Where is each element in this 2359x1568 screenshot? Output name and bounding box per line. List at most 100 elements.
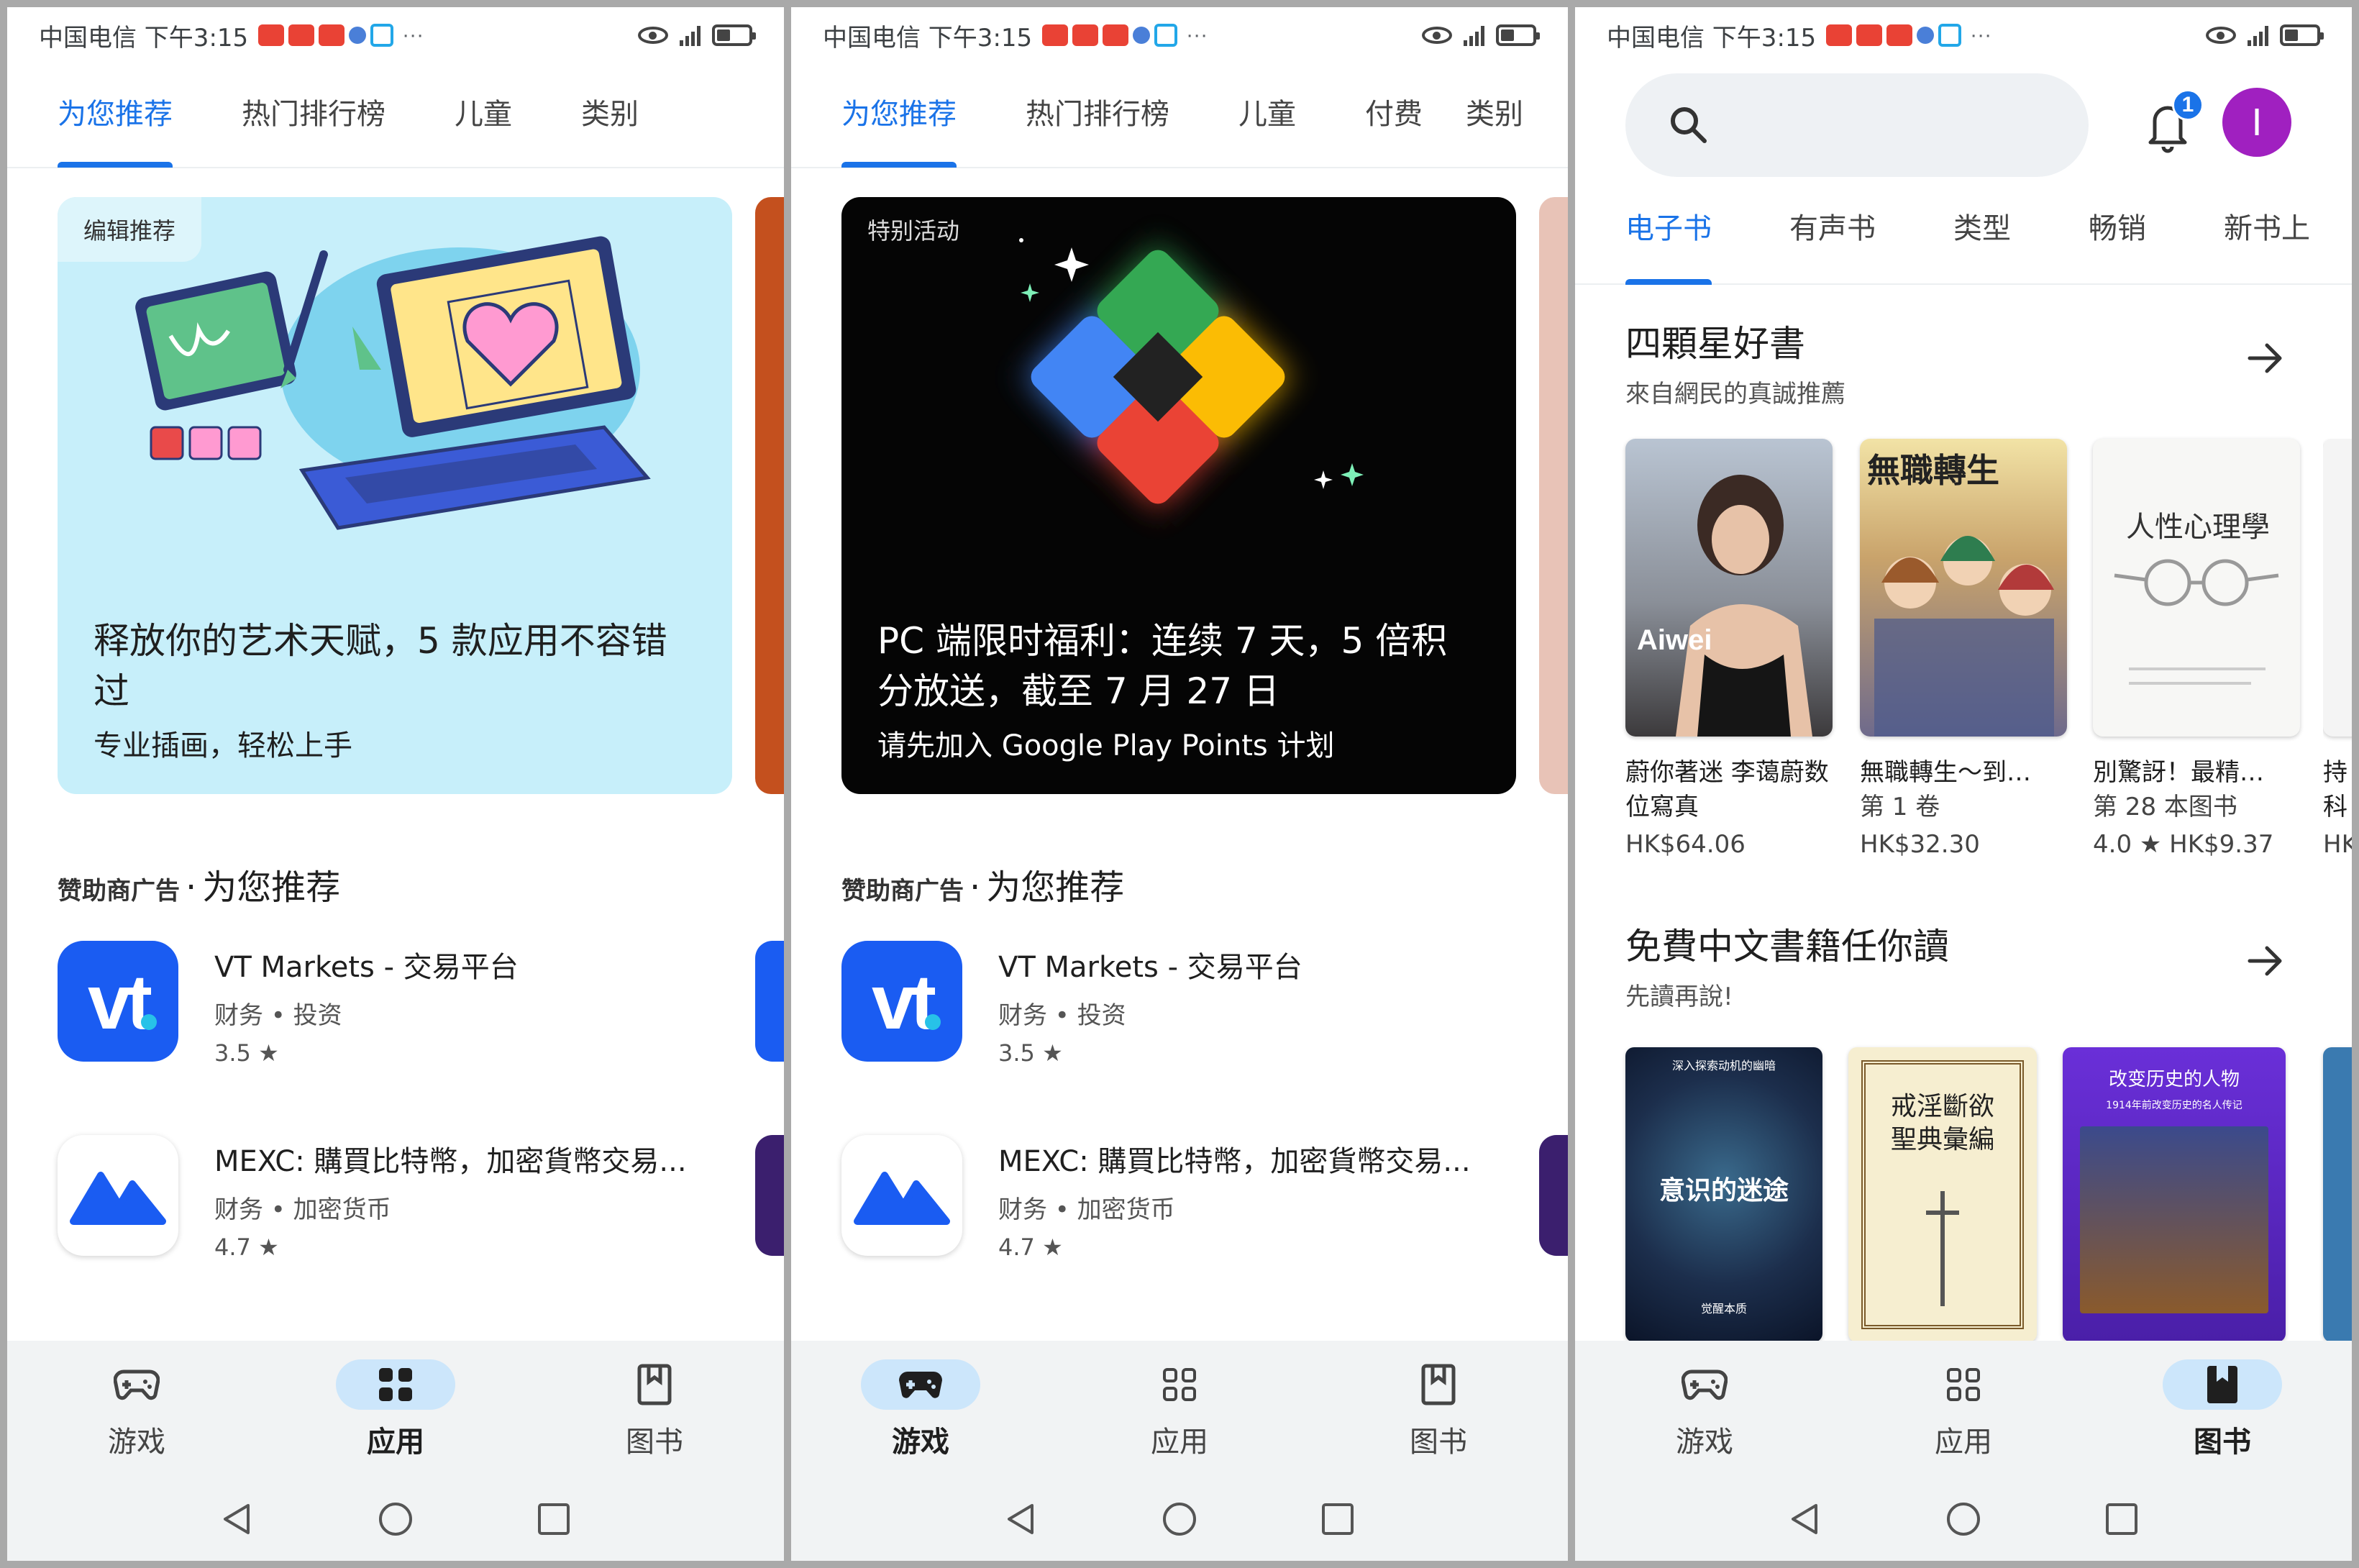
- tab-genres[interactable]: 类型: [1953, 193, 2011, 285]
- back-icon[interactable]: [1003, 1501, 1039, 1537]
- hero-title: 释放你的艺术天赋，5 款应用不容错过: [93, 620, 667, 712]
- section-dot: ·: [186, 867, 197, 908]
- app-item-vt-markets[interactable]: vt VT Markets - 交易平台 财务 • 投资 3.5 ★: [58, 941, 519, 1067]
- notification-icons: [258, 24, 394, 47]
- nav-games[interactable]: 游戏: [1575, 1341, 1834, 1477]
- arrow-right-icon[interactable]: [2244, 337, 2287, 380]
- book-card[interactable]: 無職轉生 無職轉生～到… 第 1 卷 HK$32.30: [1860, 439, 2067, 859]
- section-title: 四顆星好書: [1625, 323, 1805, 365]
- back-icon[interactable]: [1787, 1501, 1823, 1537]
- nav-books[interactable]: 图书: [2093, 1341, 2352, 1477]
- eye-comfort-icon: [2206, 27, 2236, 44]
- app-item-mexc[interactable]: MEXC: 購買比特幣，加密貨幣交易... 财务 • 加密货币 4.7 ★: [841, 1135, 1471, 1261]
- arrow-right-icon[interactable]: [2244, 939, 2287, 983]
- app-item-mexc[interactable]: MEXC: 購買比特幣，加密貨幣交易... 财务 • 加密货币 4.7 ★: [58, 1135, 687, 1261]
- hero-subtitle: 请先加入 Google Play Points 计划: [877, 729, 1335, 762]
- book-cover: 無職轉生: [1860, 439, 2067, 737]
- next-app-peek[interactable]: [1539, 1135, 1568, 1256]
- apps-grid-icon: [379, 1368, 412, 1401]
- nav-apps[interactable]: 应用: [1834, 1341, 2093, 1477]
- tab-kids[interactable]: 儿童: [455, 78, 512, 168]
- status-bar: 中国电信 下午3:15 ···: [7, 7, 784, 63]
- app-name: MEXC: 購買比特幣，加密貨幣交易...: [214, 1145, 687, 1178]
- recents-icon[interactable]: [2104, 1501, 2140, 1537]
- book-card[interactable]: Aiwei 蔚你著迷 李蔼蔚数位寫真 HK$64.06: [1625, 439, 1833, 859]
- nav-apps[interactable]: 应用: [266, 1341, 525, 1477]
- nav-label: 游戏: [1676, 1426, 1733, 1459]
- tab-audiobooks[interactable]: 有声书: [1789, 193, 1876, 285]
- nav-books[interactable]: 图书: [1309, 1341, 1568, 1477]
- gamepad-icon: [1682, 1369, 1728, 1400]
- event-hero-card[interactable]: 特别活动 PC 端限时福利：连续 7 天，5 倍积分放送，截至 7 月 27 日…: [841, 197, 1516, 794]
- book-card-peek[interactable]: 持科 HK: [2323, 439, 2352, 859]
- home-icon[interactable]: [378, 1501, 414, 1537]
- tab-paid[interactable]: 付费: [1365, 78, 1423, 168]
- next-card-peek[interactable]: [1539, 197, 1568, 794]
- search-bar[interactable]: [1625, 73, 2089, 177]
- battery-icon: [1496, 24, 1540, 46]
- cover-bottom-text: 1914年前改变历史的名人传记: [2106, 1100, 2242, 1111]
- carrier-time: 中国电信 下午3:15: [823, 23, 1033, 53]
- notifications-button[interactable]: 1: [2137, 89, 2204, 158]
- free-book-cover[interactable]: 改变历史的人物 1914年前改变历史的名人传记: [2063, 1047, 2286, 1342]
- cover-title: 改变历史的人物: [2108, 1069, 2240, 1090]
- home-icon[interactable]: [1162, 1501, 1197, 1537]
- tab-top-charts[interactable]: 热门排行榜: [1026, 78, 1169, 168]
- nav-books[interactable]: 图书: [525, 1341, 784, 1477]
- sponsored-label: 赞助商广告: [841, 877, 964, 906]
- nav-apps[interactable]: 应用: [1050, 1341, 1309, 1477]
- play-points-logo-illustration: [1019, 238, 1364, 509]
- tab-categories[interactable]: 类别: [581, 78, 639, 168]
- notification-icons: [1826, 24, 1962, 47]
- tab-recommended[interactable]: 为您推荐: [841, 78, 957, 168]
- signal-icon: [2248, 24, 2268, 46]
- section-title: 为您推荐: [202, 867, 341, 908]
- eye-comfort-icon: [638, 27, 668, 44]
- free-book-cover-peek[interactable]: [2323, 1047, 2352, 1342]
- next-card-peek[interactable]: [755, 197, 784, 794]
- app-category: 财务 • 投资: [214, 1001, 342, 1030]
- app-item-vt-markets[interactable]: vt VT Markets - 交易平台 财务 • 投资 3.5 ★: [841, 941, 1302, 1067]
- free-book-cover[interactable]: 深入探索动机的幽暗 意识的迷途 觉醒本质: [1625, 1047, 1822, 1342]
- book-card[interactable]: 人性心理學 別驚訝！最精… 第 28 本图书 4.0 ★ HK$9.37: [2093, 439, 2300, 859]
- section-subtitle: 來自網民的真誠推薦: [1625, 380, 1845, 409]
- app-name: VT Markets - 交易平台: [214, 951, 519, 984]
- tab-recommended[interactable]: 为您推荐: [58, 78, 173, 168]
- notification-icons: [1042, 24, 1178, 47]
- recents-icon[interactable]: [1320, 1501, 1356, 1537]
- tab-new-releases[interactable]: 新书上: [2224, 193, 2310, 285]
- next-app-peek[interactable]: [755, 941, 784, 1062]
- account-avatar[interactable]: I: [2222, 88, 2291, 157]
- carrier-time: 中国电信 下午3:15: [1607, 23, 1817, 53]
- hero-title: PC 端限时福利：连续 7 天，5 倍积分放送，截至 7 月 27 日: [877, 620, 1448, 712]
- tab-top-charts[interactable]: 热门排行榜: [242, 78, 385, 168]
- nav-games[interactable]: 游戏: [7, 1341, 266, 1477]
- section-title: 免費中文書籍任你讀: [1625, 926, 1949, 967]
- app-category: 财务 • 加密货币: [998, 1195, 1175, 1224]
- home-icon[interactable]: [1945, 1501, 1981, 1537]
- signal-icon: [1464, 24, 1484, 46]
- bookmark-book-icon: [2207, 1366, 2237, 1403]
- tab-categories[interactable]: 类别: [1466, 78, 1523, 168]
- top-tabs: 为您推荐 热门排行榜 儿童 类别: [7, 79, 784, 168]
- app-category: 财务 • 投资: [998, 1001, 1126, 1030]
- gamepad-icon: [114, 1369, 160, 1400]
- tab-ebooks[interactable]: 电子书: [1625, 193, 1712, 285]
- back-icon[interactable]: [219, 1501, 255, 1537]
- app-rating: 4.7 ★: [214, 1234, 279, 1261]
- book-price: HK: [2323, 830, 2352, 859]
- next-app-peek[interactable]: [755, 1135, 784, 1256]
- system-nav: [7, 1477, 784, 1561]
- book-cover: 人性心理學: [2093, 439, 2300, 737]
- free-book-cover[interactable]: 戒淫斷欲聖典彙編: [1848, 1047, 2037, 1342]
- nav-games[interactable]: 游戏: [791, 1341, 1050, 1477]
- recents-icon[interactable]: [536, 1501, 572, 1537]
- app-name: VT Markets - 交易平台: [998, 951, 1302, 984]
- mexc-app-icon: [841, 1135, 962, 1256]
- editorial-hero-card[interactable]: 编辑推荐 释放你的艺术天赋，5 款应用不容错过 专业插画，轻松上手: [58, 197, 732, 794]
- tab-kids[interactable]: 儿童: [1238, 78, 1296, 168]
- app-name: MEXC: 購買比特幣，加密貨幣交易...: [998, 1145, 1471, 1178]
- tab-bestsellers[interactable]: 畅销: [2089, 193, 2146, 285]
- more-notifications-icon: ···: [1186, 23, 1208, 47]
- nav-label: 图书: [626, 1426, 683, 1459]
